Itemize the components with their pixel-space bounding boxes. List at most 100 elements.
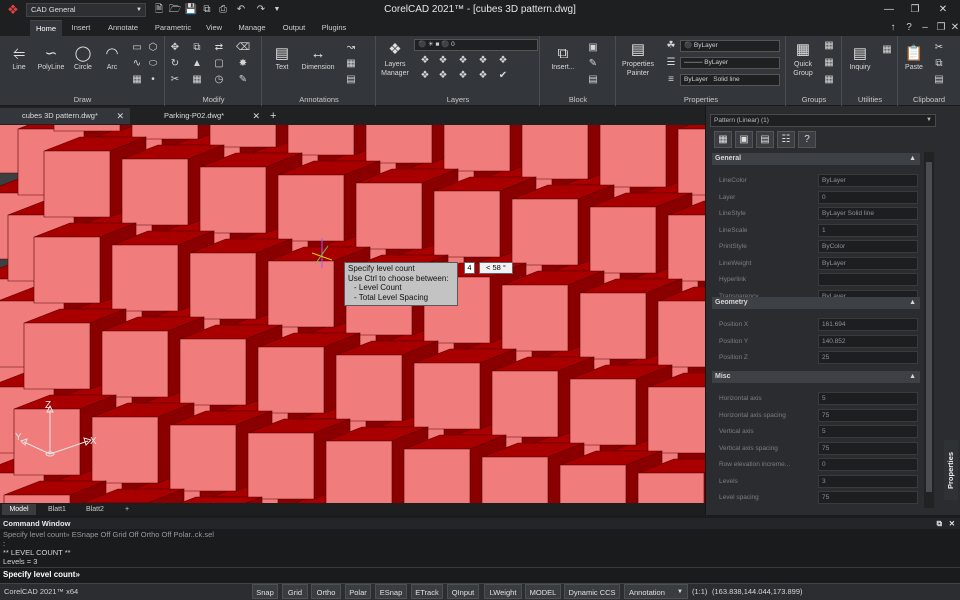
- doc-tab-cubes[interactable]: cubes 3D pattern.dwg* ✕: [0, 108, 130, 124]
- open-folder-icon[interactable]: 🗁: [168, 3, 182, 17]
- table-icon[interactable]: ▦: [344, 58, 358, 70]
- undock-icon[interactable]: ⧉: [937, 518, 942, 529]
- property-value[interactable]: 25: [818, 351, 918, 364]
- section-geometry[interactable]: Geometry ▲: [712, 297, 920, 309]
- toggle-pickadd-icon[interactable]: ▦: [714, 131, 732, 148]
- section-misc[interactable]: Misc ▲: [712, 371, 920, 383]
- paste-tool[interactable]: 📋 Paste: [900, 44, 928, 71]
- help-icon[interactable]: ?: [798, 131, 816, 148]
- properties-side-tab[interactable]: Properties: [944, 440, 958, 500]
- point-icon[interactable]: •: [146, 74, 160, 86]
- restore-doc-icon[interactable]: ❐: [934, 21, 948, 35]
- restore-icon[interactable]: ❐: [904, 2, 926, 18]
- layer-unlock-icon[interactable]: ❖: [476, 70, 490, 82]
- close-doc-icon[interactable]: ✕: [948, 21, 960, 35]
- layer-isolate-icon[interactable]: ❖: [436, 55, 450, 67]
- new-tab-button[interactable]: +: [266, 108, 284, 124]
- pattern-icon[interactable]: ▦: [190, 74, 204, 86]
- new-file-icon[interactable]: 🗎: [152, 3, 166, 17]
- leader-icon[interactable]: ↝: [344, 42, 358, 54]
- paint-bucket-icon[interactable]: ☘: [664, 40, 678, 52]
- layout-tab-model[interactable]: Model: [2, 504, 36, 515]
- insert-block-tool[interactable]: ⧉ Insert...: [546, 44, 580, 71]
- collapse-icon[interactable]: ▲: [909, 153, 916, 165]
- esnap-toggle[interactable]: ESnap: [375, 584, 407, 599]
- color-select[interactable]: ⚫ ByLayer: [680, 40, 780, 52]
- app-logo-icon[interactable]: ❖: [4, 2, 22, 18]
- properties-scrollbar[interactable]: [924, 152, 934, 508]
- move-icon[interactable]: ✥: [168, 42, 182, 54]
- properties-painter-tool[interactable]: ▤ Properties Painter: [618, 40, 658, 78]
- circle-tool[interactable]: ◯ Circle: [70, 44, 96, 71]
- minimize-doc-icon[interactable]: –: [918, 21, 932, 35]
- minimize-icon[interactable]: —: [878, 2, 900, 18]
- section-general[interactable]: General ▲: [712, 153, 920, 165]
- scrollbar-thumb[interactable]: [926, 162, 932, 492]
- rectangle-icon[interactable]: ▭: [130, 42, 144, 54]
- tab-plugins[interactable]: Plugins: [314, 20, 354, 36]
- block-attribute-icon[interactable]: ▤: [586, 74, 600, 86]
- line-tool[interactable]: ⥢ Line: [6, 44, 32, 71]
- stretch-icon[interactable]: ⇄: [212, 42, 226, 54]
- ungroup-icon[interactable]: ▦: [822, 57, 836, 69]
- property-value[interactable]: 161.694: [818, 318, 918, 331]
- property-value[interactable]: 75: [818, 491, 918, 504]
- close-tab-icon[interactable]: ✕: [116, 108, 124, 124]
- tab-parametric[interactable]: Parametric: [148, 20, 198, 36]
- hatch-icon[interactable]: ▦: [130, 74, 144, 86]
- spline-icon[interactable]: ∿: [130, 58, 144, 70]
- edit-block-icon[interactable]: ✎: [586, 58, 600, 70]
- edit-icon[interactable]: ✎: [236, 74, 250, 86]
- linestyle-select[interactable]: ──── ByLayer: [680, 57, 780, 69]
- erase-icon[interactable]: ⌫: [236, 42, 250, 54]
- calculator-icon[interactable]: ▦: [880, 44, 894, 56]
- layer-freeze-icon[interactable]: ❖: [456, 55, 470, 67]
- workspace-select[interactable]: CAD General ▼: [26, 3, 146, 17]
- layer-check-icon[interactable]: ✔: [496, 70, 510, 82]
- polar-toggle[interactable]: Polar: [345, 584, 371, 599]
- annotation-scale-select[interactable]: Annotation ▼: [624, 584, 688, 599]
- tab-manage[interactable]: Manage: [230, 20, 274, 36]
- lineweight-icon[interactable]: ≡: [664, 74, 678, 86]
- markup-icon[interactable]: ▤: [344, 74, 358, 86]
- layer-off-icon[interactable]: ❖: [418, 70, 432, 82]
- property-value[interactable]: 75: [818, 441, 918, 455]
- ortho-toggle[interactable]: Ortho: [311, 584, 341, 599]
- property-value[interactable]: 140.852: [818, 334, 918, 348]
- dimension-tool[interactable]: ↔ Dimension: [296, 44, 340, 71]
- drawing-canvas[interactable]: [0, 125, 705, 503]
- close-tab-icon[interactable]: ✕: [252, 108, 260, 124]
- filter-icon[interactable]: ☷: [777, 131, 795, 148]
- tab-insert[interactable]: Insert: [64, 20, 98, 36]
- polyline-tool[interactable]: ∽ PolyLine: [34, 44, 68, 71]
- text-tool[interactable]: ▤ Text: [268, 44, 296, 71]
- help-icon[interactable]: ?: [902, 21, 916, 35]
- close-command-icon[interactable]: ✕: [949, 518, 955, 529]
- property-value[interactable]: 3: [818, 474, 918, 488]
- property-value[interactable]: ByLayer Solid line: [818, 207, 918, 220]
- snap-toggle[interactable]: Snap: [252, 584, 278, 599]
- layer-match-icon[interactable]: ❖: [496, 55, 510, 67]
- dynamic-ccs-toggle[interactable]: Dynamic CCS: [564, 584, 620, 599]
- property-value[interactable]: 1: [818, 223, 918, 237]
- paste-special-icon[interactable]: ▤: [932, 74, 946, 86]
- tab-output[interactable]: Output: [276, 20, 312, 36]
- explode-icon[interactable]: ✸: [236, 58, 250, 70]
- copy-icon[interactable]: ⧉: [190, 42, 204, 54]
- copy-clip-icon[interactable]: ⧉: [932, 58, 946, 70]
- property-value[interactable]: [818, 273, 918, 286]
- layer-previous-icon[interactable]: ❖: [418, 55, 432, 67]
- layer-lock-icon[interactable]: ❖: [476, 55, 490, 67]
- property-value[interactable]: 5: [818, 425, 918, 438]
- arc-tool[interactable]: ◠ Arc: [100, 44, 124, 71]
- linestyle-icon[interactable]: ☰: [664, 57, 678, 69]
- group-edit-icon[interactable]: ▦: [822, 40, 836, 52]
- layout-tab-blatt2[interactable]: Blatt2: [78, 504, 112, 515]
- qinput-toggle[interactable]: QInput: [447, 584, 479, 599]
- grid-toggle[interactable]: Grid: [282, 584, 308, 599]
- undo-icon[interactable]: ↶: [234, 3, 248, 17]
- add-layout-button[interactable]: +: [118, 504, 136, 515]
- property-value[interactable]: 0: [818, 458, 918, 471]
- fillet-icon[interactable]: ◷: [212, 74, 226, 86]
- collapse-icon[interactable]: ▲: [909, 371, 916, 383]
